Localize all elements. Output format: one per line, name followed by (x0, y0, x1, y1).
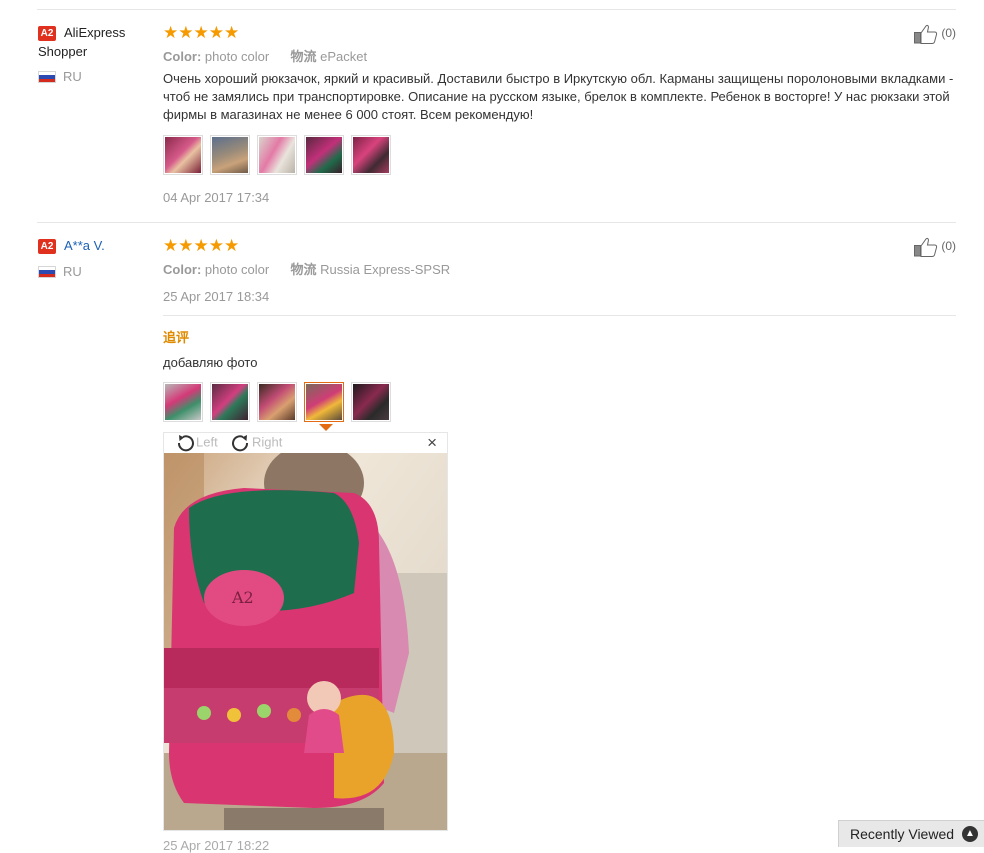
rotate-left-icon (177, 435, 194, 452)
review-divider (37, 222, 956, 223)
shipping-label: 物流 (290, 49, 317, 64)
rotate-right-button[interactable]: Right (230, 434, 282, 452)
review-date: 25 Apr 2017 18:34 (163, 289, 270, 304)
review-text: Очень хороший рюкзачок, яркий и красивый… (163, 71, 954, 122)
top-divider (37, 9, 956, 10)
additional-review-divider (163, 315, 956, 316)
star-rating: ★★★★★ (163, 23, 240, 42)
rotate-left-button[interactable]: Left (174, 434, 218, 452)
backpack-photo: A2 (164, 453, 447, 830)
review-photo-thumb[interactable] (351, 135, 391, 175)
shipping-value: ePacket (320, 49, 368, 64)
color-value: photo color (204, 262, 270, 277)
color-label: Color: (163, 49, 202, 64)
svg-text:A2: A2 (231, 588, 254, 607)
additional-review-date: 25 Apr 2017 18:22 (163, 838, 270, 853)
helpful-button[interactable]: (0) (914, 237, 956, 257)
rotate-right-label: Right (252, 434, 283, 450)
reviewer-country: RU (63, 264, 82, 279)
photo-viewer-toolbar: Left Right × (164, 433, 447, 453)
review-photo-thumb[interactable] (257, 135, 297, 175)
helpful-count: (0) (941, 239, 957, 254)
review-photo-thumb-selected[interactable] (304, 382, 344, 422)
buyer-level-badge: A2 (38, 239, 56, 254)
reviewer-name[interactable]: A**a V. (64, 236, 105, 255)
shipping-value: Russia Express-SPSR (320, 262, 451, 277)
recently-viewed-label: Recently Viewed (850, 826, 955, 842)
helpful-count: (0) (941, 26, 957, 41)
rotate-right-icon (232, 435, 249, 452)
star-rating: ★★★★★ (163, 236, 240, 255)
rotate-left-label: Left (196, 434, 218, 450)
shipping-label: 物流 (290, 262, 317, 277)
close-viewer-button[interactable]: × (427, 433, 437, 453)
review-photo-thumb[interactable] (163, 135, 203, 175)
review-photo-thumb[interactable] (163, 382, 203, 422)
thumbs-up-icon (914, 237, 938, 257)
review-photo-large: A2 (164, 453, 447, 830)
review-photo-thumb[interactable] (304, 135, 344, 175)
chevron-up-icon: ▲ (962, 826, 978, 842)
review-attributes: Color: photo color 物流 Russia Express-SPS… (163, 259, 450, 278)
review-photo-thumb[interactable] (210, 382, 250, 422)
review-photo-thumb[interactable] (351, 382, 391, 422)
reviewer-name: AliExpress Shopper (38, 25, 126, 59)
additional-review-text: добавляю фото (163, 355, 258, 370)
review-photo-thumb[interactable] (257, 382, 297, 422)
recently-viewed-tab[interactable]: Recently Viewed ▲ (838, 820, 984, 847)
photo-viewer: Left Right × A2 (163, 432, 448, 831)
additional-review-label: 追评 (163, 330, 190, 345)
review-photo-thumb[interactable] (210, 135, 250, 175)
helpful-button[interactable]: (0) (914, 24, 956, 44)
thumbs-up-icon (914, 24, 938, 44)
selected-thumb-pointer (319, 424, 333, 431)
russia-flag-icon (38, 71, 56, 83)
review-attributes: Color: photo color 物流 ePacket (163, 46, 367, 65)
color-label: Color: (163, 262, 202, 277)
russia-flag-icon (38, 266, 56, 278)
review-date: 04 Apr 2017 17:34 (163, 190, 270, 205)
color-value: photo color (204, 49, 270, 64)
reviewer-country: RU (63, 69, 82, 84)
